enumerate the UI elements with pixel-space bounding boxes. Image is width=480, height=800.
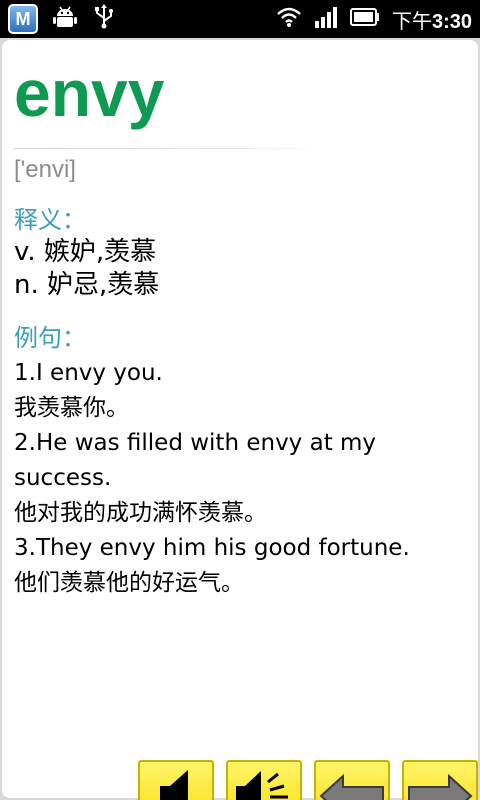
dictionary-card: envy ['envi] 释义： v. 嫉妒,羡慕 n. 妒忌,羡慕 例句： 1… <box>2 40 478 800</box>
example-line: 2.He was filled with envy at my <box>14 430 377 456</box>
app-notification-icon: M <box>8 4 38 34</box>
example-line: 3.They envy him his good fortune. <box>14 535 410 561</box>
play-button[interactable] <box>138 760 214 800</box>
previous-button[interactable] <box>314 760 390 800</box>
divider <box>14 148 330 149</box>
speaker-icon <box>154 766 198 800</box>
example-line: 1.I envy you. <box>14 360 163 386</box>
example-line: 他们羡慕他的好运气。 <box>14 570 244 596</box>
speaker-loud-icon <box>232 766 296 800</box>
signal-icon <box>314 6 338 32</box>
next-button[interactable] <box>402 760 478 800</box>
phonetic: ['envi] <box>14 156 76 183</box>
definition-item: v. 嫉妒,羡慕 <box>14 237 157 267</box>
clock: 下午3:30 <box>391 10 472 33</box>
control-bar <box>138 760 478 800</box>
arrow-left-icon <box>319 772 385 800</box>
definition-item: n. 妒忌,羡慕 <box>14 270 160 300</box>
example-line: success. <box>14 465 112 491</box>
example-line: 我羡慕你。 <box>14 395 129 421</box>
definition-label: 释义： <box>14 206 86 234</box>
definition-list: v. 嫉妒,羡慕 n. 妒忌,羡慕 <box>14 236 159 302</box>
usb-icon <box>92 4 116 34</box>
android-debug-icon <box>52 4 78 34</box>
play-loud-button[interactable] <box>226 760 302 800</box>
wifi-icon <box>276 6 302 32</box>
example-list: 1.I envy you. 我羡慕你。 2.He was filled with… <box>14 356 464 601</box>
example-line: 他对我的成功满怀羡慕。 <box>14 500 267 526</box>
battery-icon <box>349 8 380 30</box>
headword: envy <box>14 56 165 130</box>
arrow-right-icon <box>407 772 473 800</box>
status-bar: M 下午3:30 <box>0 0 480 38</box>
example-label: 例句： <box>14 324 86 352</box>
